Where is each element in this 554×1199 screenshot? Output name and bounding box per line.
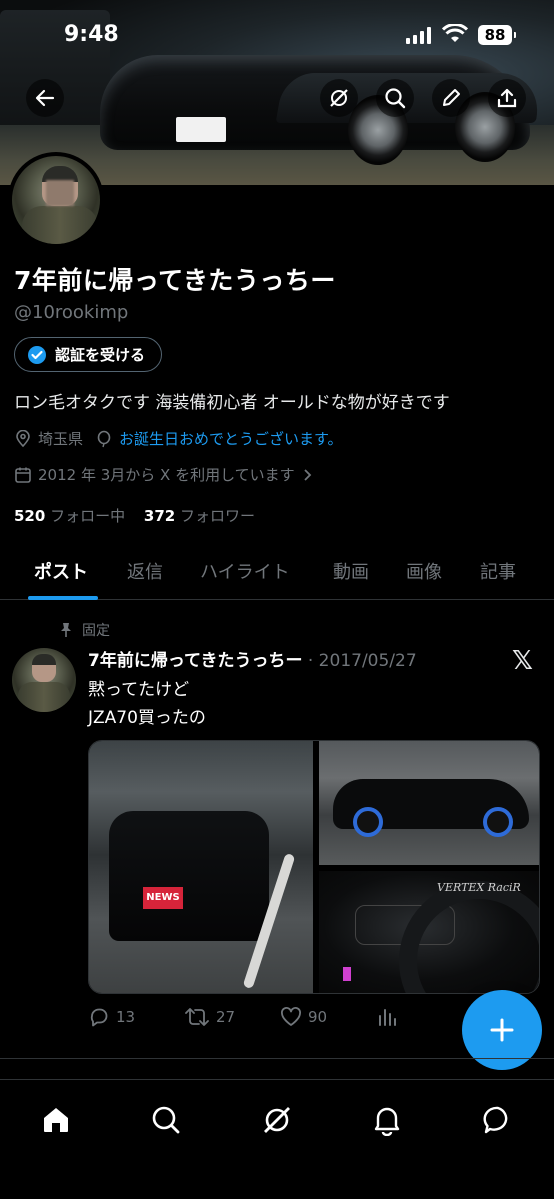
post-header: 7年前に帰ってきたうっちー · 2017/05/27 <box>88 646 417 671</box>
like-count: 90 <box>308 1008 328 1026</box>
grok-button[interactable] <box>320 79 358 117</box>
avatar-head <box>32 654 56 682</box>
post-divider <box>0 1058 554 1059</box>
post-author-name[interactable]: 7年前に帰ってきたうっちー <box>88 651 302 671</box>
pinned-label: 固定 <box>82 623 110 639</box>
image-wheel <box>483 807 513 837</box>
nav-messages[interactable] <box>478 1100 518 1140</box>
like-button[interactable]: 90 <box>280 1006 327 1028</box>
search-icon <box>385 88 406 109</box>
nav-home[interactable] <box>36 1100 76 1140</box>
image-brand-text: VERTEX RaciR <box>437 881 521 894</box>
chat-bubble-icon <box>483 1106 508 1134</box>
nav-search[interactable] <box>146 1100 186 1140</box>
following-link[interactable]: 520 フォロー中 <box>14 507 125 525</box>
calendar-icon <box>15 467 31 483</box>
post-text-line: JZA70買ったの <box>88 708 206 728</box>
post-actions: 13 27 90 <box>88 1006 418 1036</box>
pinned-indicator: 固定 <box>58 620 110 640</box>
profile-joined-text: 2012 年 3月から X を利用しています <box>38 466 295 484</box>
edit-button[interactable] <box>432 79 470 117</box>
profile-handle: @10rookimp <box>14 302 129 323</box>
avatar-torso <box>18 682 70 712</box>
post-author-avatar[interactable] <box>12 648 76 712</box>
post-image-2[interactable] <box>319 741 539 865</box>
followers-count: 372 <box>143 507 176 525</box>
pin-icon <box>61 623 71 637</box>
post-image-1[interactable]: NEWS <box>89 741 313 993</box>
profile-birthday[interactable]: お誕生日おめでとうございます。 <box>119 428 343 449</box>
tab-images[interactable]: 画像 <box>406 558 442 584</box>
profile-location: 埼玉県 <box>38 430 84 448</box>
profile-meta: 埼玉県 お誕生日おめでとうございます。 <box>14 428 343 449</box>
image-news-sticker: NEWS <box>143 887 183 909</box>
balloon-icon <box>97 430 111 447</box>
heart-icon <box>281 1007 301 1026</box>
reply-count: 13 <box>116 1008 136 1026</box>
nav-grok[interactable] <box>257 1100 297 1140</box>
image-car <box>109 811 269 941</box>
chevron-right-icon <box>303 468 311 481</box>
grok-icon <box>330 89 348 107</box>
image-wheel <box>353 807 383 837</box>
status-time: 9:48 <box>64 22 119 47</box>
avatar-face-blur <box>46 180 74 206</box>
cellular-signal-icon <box>406 27 431 44</box>
post-media-grid: NEWS VERTEX RaciR <box>88 740 540 994</box>
profile-bio: ロン毛オタクです 海装備初心者 オールドな物が好きです <box>14 393 450 413</box>
reply-icon <box>90 1008 108 1027</box>
status-bar: 9:48 88 <box>0 0 554 70</box>
get-verified-button[interactable]: 認証を受ける <box>14 337 163 372</box>
share-icon <box>497 88 517 108</box>
post-image-3[interactable]: VERTEX RaciR <box>319 871 539 993</box>
share-button[interactable] <box>488 79 526 117</box>
repost-icon <box>185 1008 209 1026</box>
grok-icon <box>264 1107 290 1133</box>
bell-icon <box>374 1107 400 1136</box>
home-icon <box>44 1108 68 1132</box>
tab-articles[interactable]: 記事 <box>480 558 516 584</box>
nav-notifications[interactable] <box>367 1100 407 1140</box>
reply-button[interactable]: 13 <box>88 1006 135 1028</box>
get-verified-label: 認証を受ける <box>55 346 146 364</box>
arrow-left-icon <box>35 89 55 107</box>
bottom-nav <box>0 1079 554 1199</box>
profile-joined[interactable]: 2012 年 3月から X を利用しています <box>14 464 313 485</box>
active-tab-indicator <box>28 596 98 600</box>
search-button[interactable] <box>376 79 414 117</box>
location-pin-icon <box>16 429 30 447</box>
tab-replies[interactable]: 返信 <box>127 558 163 584</box>
following-count: 520 <box>14 507 46 525</box>
image-steering-wheel <box>399 881 539 993</box>
wifi-icon <box>441 23 469 48</box>
profile-avatar[interactable] <box>8 152 104 248</box>
plus-icon <box>490 1018 514 1042</box>
tab-highlights[interactable]: ハイライト <box>200 558 290 584</box>
search-icon <box>152 1106 180 1134</box>
analytics-button[interactable] <box>376 1006 398 1028</box>
followers-label: フォロワー <box>179 507 255 525</box>
profile-tabs: ポスト 返信 ハイライト 動画 画像 記事 <box>0 548 554 600</box>
avatar-torso <box>22 206 98 244</box>
tab-videos[interactable]: 動画 <box>333 558 369 584</box>
repost-count: 27 <box>216 1008 236 1026</box>
x-logo-icon: 𝕏 <box>512 646 533 676</box>
profile-name: 7年前に帰ってきたうっちー <box>14 266 336 295</box>
repost-button[interactable]: 27 <box>184 1006 235 1028</box>
banner-license-plate <box>176 117 226 142</box>
image-pink-light <box>343 967 351 981</box>
tab-posts[interactable]: ポスト <box>34 558 88 584</box>
post-text-line: 黙ってたけど <box>88 680 190 700</box>
following-label: フォロー中 <box>50 507 126 525</box>
follow-counts: 520 フォロー中 372 フォロワー <box>14 505 255 526</box>
verified-badge-icon <box>28 345 46 364</box>
post-date[interactable]: · 2017/05/27 <box>308 651 417 671</box>
post-text: 黙ってたけど JZA70買ったの <box>88 676 206 732</box>
pencil-icon <box>443 89 460 106</box>
back-button[interactable] <box>26 79 64 117</box>
analytics-icon <box>379 1009 396 1026</box>
followers-link[interactable]: 372 フォロワー <box>144 507 255 525</box>
battery-indicator: 88 <box>478 25 516 45</box>
